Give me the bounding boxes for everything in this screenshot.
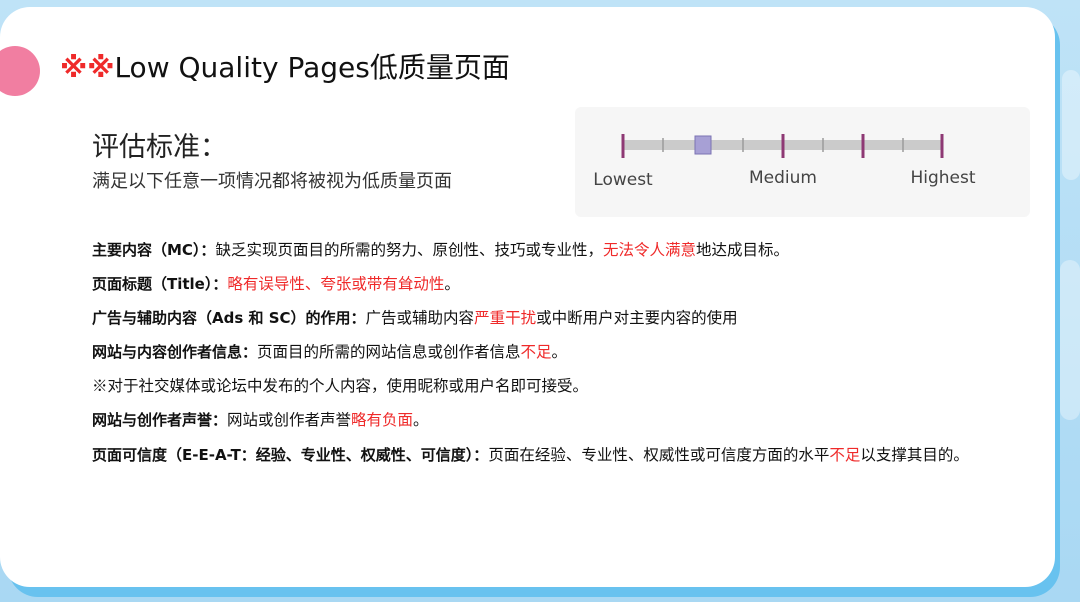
list-item: 网站与内容创作者信息：页面目的所需的网站信息或创作者信息不足。	[92, 342, 992, 362]
list-item: ※对于社交媒体或论坛中发布的个人内容，使用昵称或用户名即可接受。	[92, 376, 992, 396]
criteria-text: 页面目的所需的网站信息或创作者信息	[257, 342, 521, 361]
list-item: 广告与辅助内容（Ads 和 SC）的作用：广告或辅助内容严重干扰或中断用户对主要…	[92, 308, 992, 328]
criteria-highlight: 略有误导性、夸张或带有耸动性	[227, 274, 445, 293]
slide-title: ※※Low Quality Pages低质量页面	[60, 54, 510, 82]
background-shape	[1060, 260, 1080, 420]
scale-label-highest: Highest	[910, 168, 975, 188]
criteria-label: 网站与内容创作者信息：	[92, 342, 258, 361]
title-mark: ※※	[60, 51, 115, 84]
scale-label-medium: Medium	[749, 168, 817, 188]
list-item: 网站与创作者声誉：网站或创作者声誉略有负面。	[92, 410, 992, 430]
criteria-text: 。	[551, 342, 568, 361]
slide-panel: ※※Low Quality Pages低质量页面 评估标准： 满足以下任意一项情…	[0, 7, 1055, 587]
criteria-subtitle: 满足以下任意一项情况都将被视为低质量页面	[92, 171, 452, 192]
background-shape	[1062, 70, 1080, 180]
criteria-highlight: 不足	[829, 445, 861, 464]
criteria-label: 网站与创作者声誉：	[92, 410, 228, 429]
criteria-text: 网站或创作者声誉	[227, 410, 352, 429]
criteria-label: 广告与辅助内容（Ads 和 SC）的作用：	[92, 308, 366, 327]
criteria-highlight: 无法令人满意	[602, 241, 696, 259]
scale-selector	[694, 135, 712, 155]
list-item: 页面标题（Title）：略有误导性、夸张或带有耸动性。	[92, 274, 992, 294]
list-item: 页面可信度（E-E-A-T：经验、专业性、权威性、可信度）：页面在经验、专业性、…	[92, 438, 992, 472]
criteria-text: 地达成目标。	[695, 241, 789, 259]
criteria-list: 主要内容（MC）：缺乏实现页面目的所需的努力、原创性、技巧或专业性，无法令人满意…	[92, 240, 992, 472]
criteria-text: 广告或辅助内容	[365, 308, 475, 327]
criteria-text: 。	[444, 274, 460, 293]
scale-label-lowest: Lowest	[593, 170, 653, 190]
criteria-text: 页面在经验、专业性、权威性或可信度方面的水平	[488, 445, 830, 464]
title-text: Low Quality Pages低质量页面	[114, 51, 510, 84]
criteria-label: 页面可信度（E-E-A-T：经验、专业性、权威性、可信度）：	[92, 445, 489, 464]
criteria-text: ※对于社交媒体或论坛中发布的个人内容，使用昵称或用户名即可接受。	[92, 376, 589, 395]
list-item: 主要内容（MC）：缺乏实现页面目的所需的努力、原创性、技巧或专业性，无法令人满意…	[92, 240, 992, 260]
criteria-label: 主要内容（MC）：	[92, 241, 216, 259]
criteria-text: 缺乏实现页面目的所需的努力、原创性、技巧或专业性，	[215, 241, 603, 259]
criteria-text: 或中断用户对主要内容的使用	[536, 308, 738, 327]
accent-dot	[0, 46, 40, 96]
quality-scale: Lowest Medium Highest	[575, 107, 1030, 217]
criteria-text: 。	[413, 410, 429, 429]
criteria-highlight: 略有负面	[351, 410, 414, 429]
criteria-highlight: 严重干扰	[474, 308, 537, 327]
criteria-heading: 评估标准：	[92, 132, 227, 163]
criteria-text: 以支撑其目的。	[860, 445, 969, 464]
quality-scale-graphic: Lowest Medium Highest	[593, 134, 976, 190]
criteria-highlight: 不足	[520, 342, 552, 361]
criteria-label: 页面标题（Title）：	[92, 274, 228, 293]
